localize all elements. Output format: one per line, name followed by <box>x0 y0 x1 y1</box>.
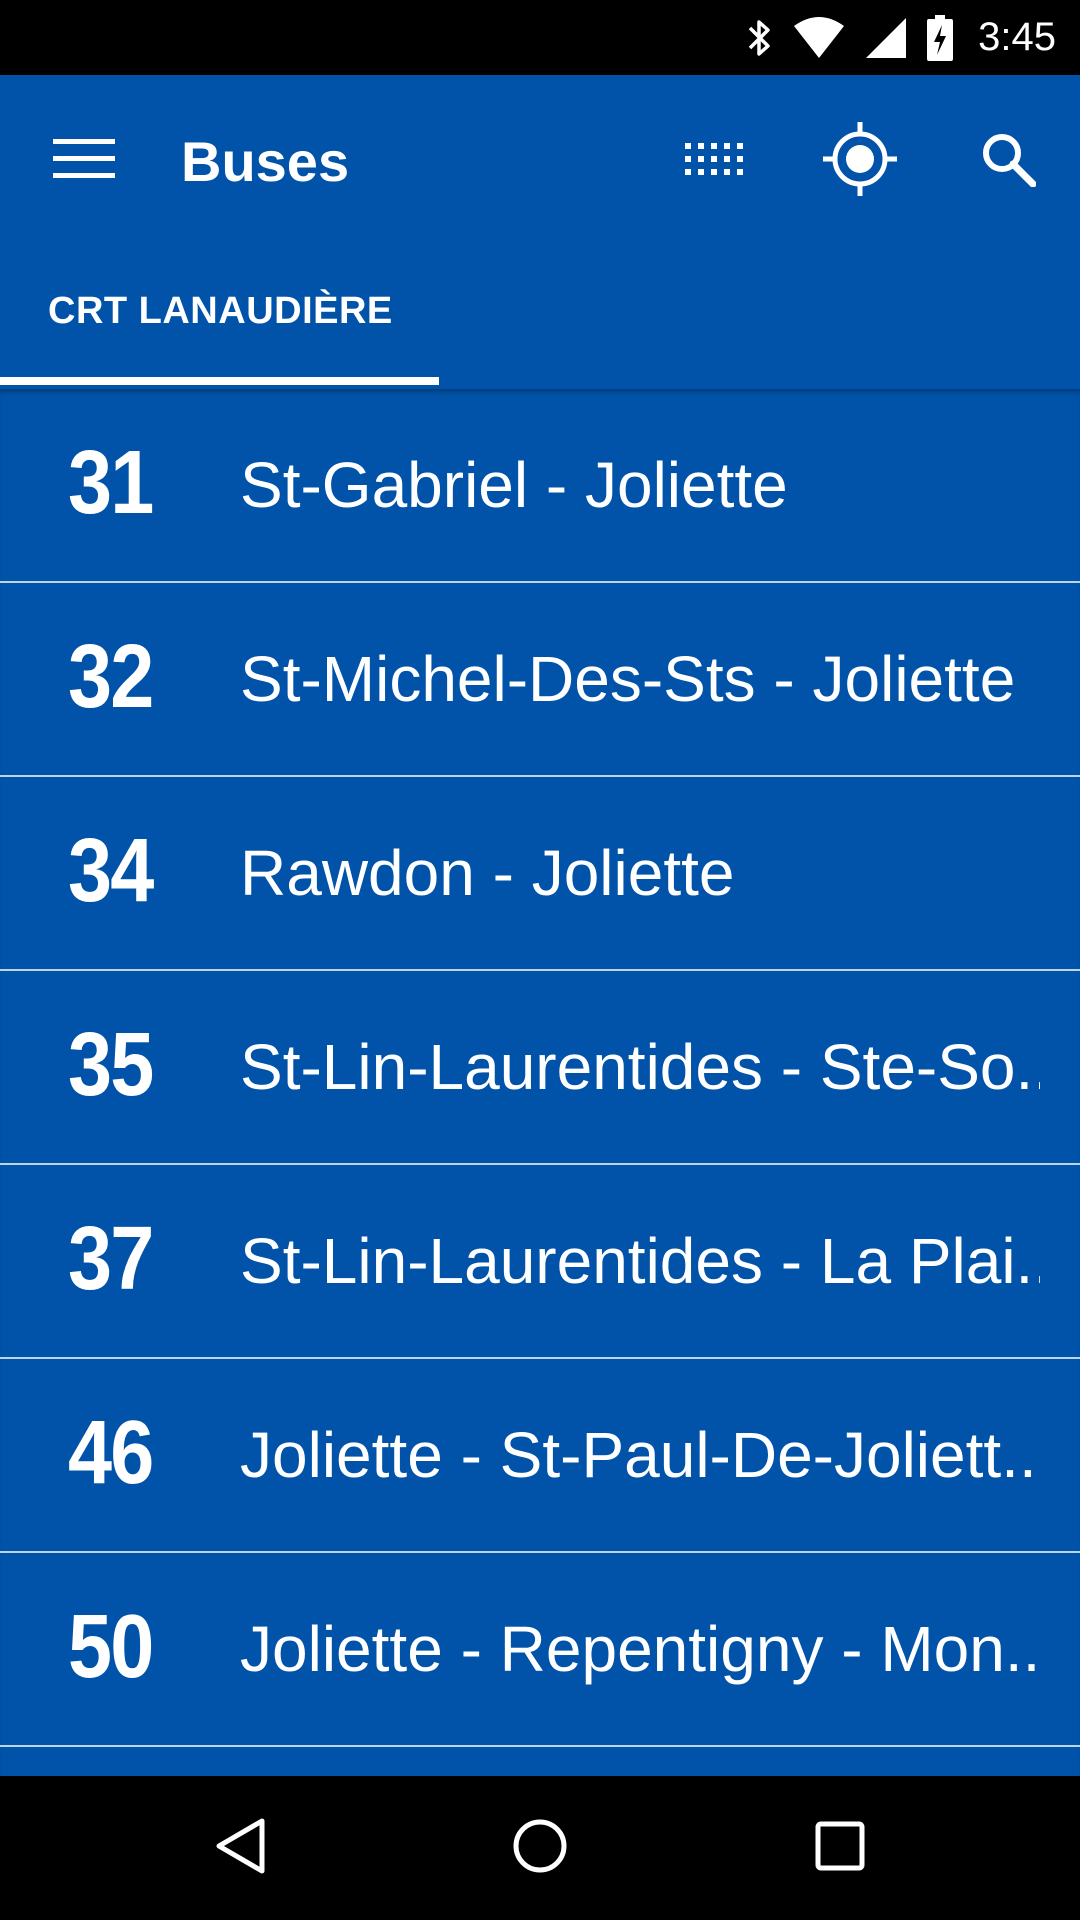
route-name: St-Lin-Laurentides - Ste-So.. <box>240 1031 1040 1103</box>
route-number: 32 <box>68 627 154 727</box>
route-row[interactable]: 31 St-Gabriel - Joliette <box>0 389 1080 583</box>
route-number: 50 <box>68 1597 154 1697</box>
grid-view-button[interactable] <box>666 113 762 209</box>
route-number: 37 <box>68 1209 154 1309</box>
screen: 3:45 Buses CRT LANAUDIÈRE 31 St-Gabriel … <box>0 0 1080 1920</box>
route-name: St-Lin-Laurentides - La Plai.. <box>240 1225 1040 1297</box>
route-name: St-Gabriel - Joliette <box>240 449 788 521</box>
tab-label: CRT LANAUDIÈRE <box>48 290 393 332</box>
route-number: 46 <box>68 1403 154 1503</box>
route-row[interactable]: 34 Rawdon - Joliette <box>0 777 1080 971</box>
grid-icon <box>685 142 743 180</box>
home-icon <box>510 1816 570 1881</box>
my-location-icon <box>823 121 897 201</box>
home-button[interactable] <box>490 1798 590 1898</box>
route-number: 35 <box>68 1015 154 1115</box>
recents-button[interactable] <box>790 1798 890 1898</box>
tab-indicator <box>0 377 439 385</box>
navigation-bar <box>0 1776 1080 1920</box>
back-icon <box>212 1816 268 1881</box>
route-name: Rawdon - Joliette <box>240 837 735 909</box>
route-list: 31 St-Gabriel - Joliette 32 St-Michel-De… <box>0 389 1080 1776</box>
menu-icon <box>53 137 115 186</box>
route-row[interactable]: 50 Joliette - Repentigny - Mon.. <box>0 1553 1080 1747</box>
app-title: Buses <box>181 130 350 193</box>
route-number: 34 <box>68 821 154 921</box>
route-name: Joliette - St-Paul-De-Joliett.. <box>240 1419 1037 1491</box>
battery-charging-icon <box>926 14 954 61</box>
wifi-icon <box>792 16 846 60</box>
status-time: 3:45 <box>978 15 1056 59</box>
signal-icon <box>864 16 908 60</box>
status-bar: 3:45 <box>0 0 1080 75</box>
route-row[interactable]: 37 St-Lin-Laurentides - La Plai.. <box>0 1165 1080 1359</box>
app-bar: Buses CRT LANAUDIÈRE <box>0 75 1080 385</box>
route-row[interactable]: 46 Joliette - St-Paul-De-Joliett.. <box>0 1359 1080 1553</box>
search-button[interactable] <box>960 113 1056 209</box>
my-location-button[interactable] <box>812 113 908 209</box>
route-number: 31 <box>68 433 154 533</box>
status-icons: 3:45 <box>744 0 1056 75</box>
bluetooth-icon <box>744 16 774 60</box>
search-icon <box>980 131 1037 192</box>
route-row[interactable]: 32 St-Michel-Des-Sts - Joliette <box>0 583 1080 777</box>
route-name: St-Michel-Des-Sts - Joliette <box>240 643 1016 715</box>
recents-icon <box>814 1820 866 1877</box>
route-row[interactable]: 35 St-Lin-Laurentides - Ste-So.. <box>0 971 1080 1165</box>
tab-crt-lanaudiere[interactable]: CRT LANAUDIÈRE <box>0 270 439 385</box>
back-button[interactable] <box>190 1798 290 1898</box>
menu-button[interactable] <box>36 113 132 209</box>
route-name: Joliette - Repentigny - Mon.. <box>240 1613 1040 1685</box>
